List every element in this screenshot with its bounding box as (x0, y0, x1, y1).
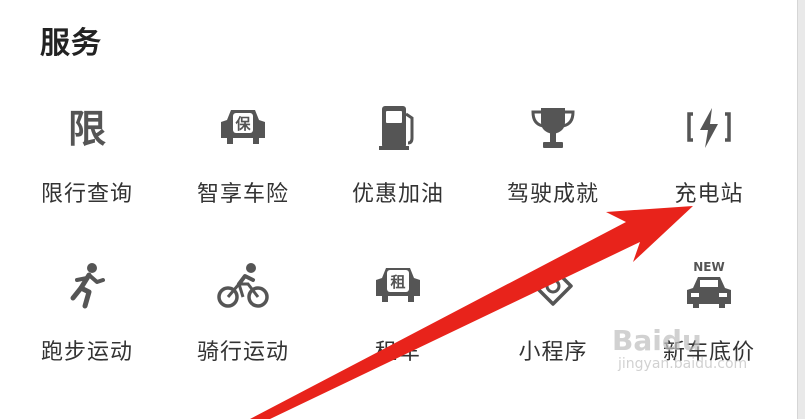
new-car-price-icon: NEW (681, 258, 737, 314)
service-label: 限行查询 (40, 182, 133, 207)
baidu-watermark: Baidu jingyan.baidu.com (612, 324, 748, 373)
car-insurance-icon: 保 (215, 100, 271, 156)
svg-text:NEW: NEW (693, 260, 724, 274)
service-label: 骑行运动 (196, 340, 289, 365)
service-item-mini-program[interactable]: 小程序 (478, 258, 628, 368)
service-item-car-insurance[interactable]: 保 智享车险 (168, 100, 318, 210)
service-item-charging-station[interactable]: 充电站 (634, 100, 784, 210)
service-label: 智享车险 (196, 182, 289, 207)
charging-station-icon (681, 100, 737, 156)
car-rental-icon: 租 (370, 258, 426, 314)
watermark-brand: Baidu (612, 324, 702, 357)
service-label: 小程序 (518, 340, 588, 365)
service-item-cycling[interactable]: 骑行运动 (168, 258, 318, 368)
running-icon (59, 258, 115, 314)
fuel-pump-icon (370, 100, 426, 156)
watermark-site: jingyan.baidu.com (618, 356, 748, 372)
svg-text:租: 租 (390, 273, 405, 291)
service-label: 充电站 (674, 182, 744, 207)
trophy-icon (525, 100, 581, 156)
service-label: 跑步运动 (40, 340, 133, 365)
service-label: 驾驶成就 (506, 182, 599, 207)
service-label: 租车 (374, 340, 421, 365)
cycling-icon (215, 258, 271, 314)
service-item-restriction[interactable]: 限 限行查询 (12, 100, 162, 210)
svg-text:限: 限 (68, 107, 106, 151)
restriction-icon: 限 (59, 100, 115, 156)
service-item-driving-achievement[interactable]: 驾驶成就 (478, 100, 628, 210)
mini-program-icon (525, 258, 581, 314)
service-item-car-rental[interactable]: 租 租车 (323, 258, 473, 368)
service-label: 优惠加油 (351, 182, 444, 207)
service-item-fuel[interactable]: 优惠加油 (323, 100, 473, 210)
svg-text:保: 保 (234, 115, 251, 133)
service-item-running[interactable]: 跑步运动 (12, 258, 162, 368)
